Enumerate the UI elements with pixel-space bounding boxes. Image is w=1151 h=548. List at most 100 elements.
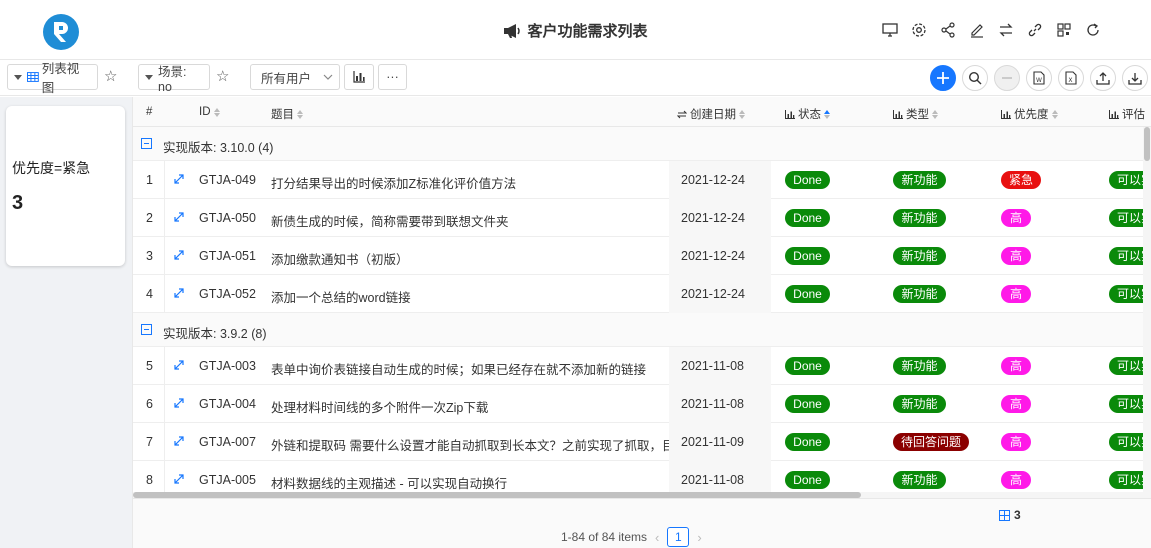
expand-icon[interactable] (173, 249, 185, 264)
search-button[interactable] (962, 65, 988, 91)
more-button-label: ··· (386, 70, 399, 84)
prev-page-icon[interactable]: ‹ (655, 530, 659, 545)
sort-icon (739, 109, 745, 119)
row-id[interactable]: GTJA-052 (199, 287, 256, 301)
col-index: # (146, 106, 153, 118)
col-title[interactable]: 题目 (271, 106, 303, 122)
upload-button[interactable] (1090, 65, 1116, 91)
col-type[interactable]: 类型 (893, 106, 938, 122)
share-icon[interactable] (938, 18, 958, 42)
collapse-icon[interactable] (141, 324, 152, 335)
vertical-scrollbar-thumb[interactable] (1144, 127, 1150, 161)
caret-down-icon (14, 74, 22, 80)
type-tag: 新功能 (893, 285, 946, 303)
next-page-icon[interactable]: › (697, 530, 701, 545)
col-id[interactable]: ID (199, 106, 220, 118)
expand-icon[interactable] (173, 435, 185, 450)
col-status[interactable]: 状态 (785, 106, 830, 122)
scene-star-icon[interactable]: ☆ (216, 68, 229, 86)
expand-icon[interactable] (173, 211, 185, 226)
excel-file-icon: X (1065, 71, 1077, 85)
col-date[interactable]: 创建日期 (677, 106, 745, 122)
col-priority[interactable]: 优先度 (1001, 106, 1058, 122)
export-excel-button[interactable]: X (1058, 65, 1084, 91)
sort-icon (213, 107, 220, 117)
view-selector[interactable]: 列表视图 (7, 62, 98, 95)
sort-icon (297, 109, 303, 119)
row-date: 2021-12-24 (681, 287, 745, 301)
row-id[interactable]: GTJA-003 (199, 359, 256, 373)
search-icon (968, 71, 982, 85)
row-index: 2 (146, 211, 153, 225)
collapse-icon[interactable] (141, 138, 152, 149)
priority-card[interactable]: 优先度=紧急 3 (6, 106, 125, 266)
row-title[interactable]: 外链和提取码 需要什么设置才能自动抓取到长本文？之前实现了抓取，目前 (271, 435, 669, 454)
row-title[interactable]: 材料数据线的主观描述 - 可以实现自动换行 (271, 473, 669, 492)
table-row[interactable]: 3 GTJA-051 添加缴款通知书（初版） 2021-12-24 Done 新功能高可以… (133, 237, 1151, 275)
scene-selector[interactable]: 场景: no (138, 64, 210, 94)
remove-button[interactable] (994, 65, 1020, 91)
group-row[interactable]: 实现版本: 3.9.2 (8) (133, 313, 1151, 347)
user-filter-select[interactable]: 所有用户 (250, 64, 340, 90)
user-filter-label: 所有用户 (261, 71, 312, 86)
sort-icon (824, 109, 830, 119)
type-tag: 待回答问题 (893, 433, 970, 451)
status-tag: Done (785, 285, 830, 303)
group-row[interactable]: 实现版本: 3.10.0 (4) (133, 127, 1151, 161)
priority-tag: 高 (1001, 247, 1031, 265)
swap-icon[interactable] (996, 18, 1016, 42)
add-button[interactable] (930, 65, 956, 91)
export-word-button[interactable]: W (1026, 65, 1052, 91)
cell-divider (164, 161, 165, 199)
expand-icon[interactable] (173, 473, 185, 488)
row-id[interactable]: GTJA-004 (199, 397, 256, 411)
view-star-icon[interactable]: ☆ (104, 68, 117, 86)
settings-icon[interactable] (909, 18, 929, 42)
download-button[interactable] (1122, 65, 1148, 91)
scene-selector-label: 场景: no (158, 64, 187, 94)
table-row[interactable]: 2 GTJA-050 新债生成的时候，简称需要带到联想文件夹 2021-12-24 Do… (133, 199, 1151, 237)
table-row[interactable]: 4 GTJA-052 添加一个总结的word链接 2021-12-24 Done 新功能 高… (133, 275, 1151, 313)
svg-text:X: X (1068, 77, 1072, 84)
status-tag: Done (785, 209, 830, 227)
row-id[interactable]: GTJA-049 (199, 173, 256, 187)
row-title[interactable]: 添加缴款通知书（初版） (271, 249, 669, 268)
view-selector-label: 列表视图 (41, 62, 80, 95)
row-id[interactable]: GTJA-007 (199, 435, 256, 449)
table-row[interactable]: 1 GTJA-049 打分结果导出的时候添加Z标准化评价值方法 2021-12-24 D… (133, 161, 1151, 199)
row-index: 3 (146, 249, 153, 263)
qrcode-icon[interactable] (1054, 18, 1074, 42)
expand-icon[interactable] (173, 359, 185, 374)
summary-panel: 优先度=紧急 3 (0, 97, 133, 548)
monitor-icon[interactable] (880, 18, 900, 42)
expand-icon[interactable] (173, 173, 185, 188)
chart-button[interactable] (344, 64, 374, 90)
edit-icon[interactable] (967, 18, 987, 42)
row-id[interactable]: GTJA-051 (199, 249, 256, 263)
row-index: 4 (146, 287, 153, 301)
expand-icon[interactable] (173, 397, 185, 412)
row-index: 5 (146, 359, 153, 373)
row-title[interactable]: 添加一个总结的word链接 (271, 287, 669, 306)
more-button[interactable]: ··· (378, 64, 407, 90)
row-index: 8 (146, 473, 153, 487)
row-id[interactable]: GTJA-005 (199, 473, 256, 487)
row-title[interactable]: 表单中询价表链接自动生成的时候；如果已经存在就不添加新的链接 (271, 359, 669, 378)
row-id[interactable]: GTJA-050 (199, 211, 256, 225)
row-title[interactable]: 新债生成的时候，简称需要带到联想文件夹 (271, 211, 669, 230)
page-button-1[interactable]: 1 (667, 527, 690, 547)
link-icon[interactable] (1025, 18, 1045, 42)
megaphone-icon (503, 23, 521, 43)
bar-chart-icon (1001, 109, 1011, 119)
table-row[interactable]: 5 GTJA-003 表单中询价表链接自动生成的时候；如果已经存在就不添加新的链接 2… (133, 347, 1151, 385)
status-tag: Done (785, 471, 830, 489)
vertical-scrollbar[interactable] (1143, 127, 1151, 492)
table-row[interactable]: 6 GTJA-004 处理材料时间线的多个附件一次Zip下载 2021-11-08 Do… (133, 385, 1151, 423)
table-row[interactable]: 7 GTJA-007 外链和提取码 需要什么设置才能自动抓取到长本文？之前实现了抓取… (133, 423, 1151, 461)
refresh-icon[interactable] (1083, 18, 1103, 42)
row-title[interactable]: 处理材料时间线的多个附件一次Zip下载 (271, 397, 669, 416)
table-row[interactable]: 8 GTJA-005 材料数据线的主观描述 - 可以实现自动换行 2021-11-08… (133, 461, 1151, 492)
row-title[interactable]: 打分结果导出的时候添加Z标准化评价值方法 (271, 173, 669, 192)
col-eval[interactable]: 评估 (1109, 106, 1145, 122)
expand-icon[interactable] (173, 287, 185, 302)
